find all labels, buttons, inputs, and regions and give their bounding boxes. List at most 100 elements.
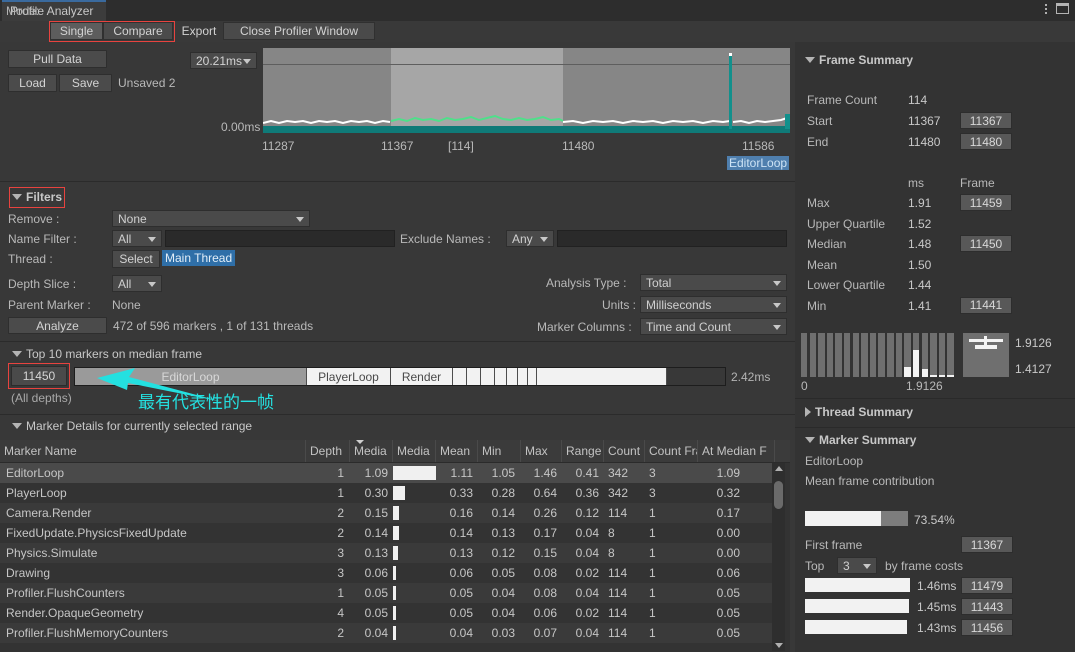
- top-marker-segment[interactable]: [528, 368, 537, 385]
- units-dropdown[interactable]: Milliseconds: [640, 296, 787, 313]
- top-marker-segment[interactable]: [453, 368, 467, 385]
- top-count-value: 3: [843, 558, 850, 573]
- top-marker-segment[interactable]: PlayerLoop: [307, 368, 391, 385]
- table-row[interactable]: Physics.Simulate 3 0.13 0.13 0.12 0.15 0.04 8 1 0…: [0, 543, 775, 563]
- top-count-label: Top: [805, 559, 825, 573]
- histogram-gap: [945, 333, 948, 377]
- save-button[interactable]: Save: [59, 74, 112, 92]
- scroll-down-icon[interactable]: [775, 643, 783, 648]
- export-button[interactable]: Export: [175, 22, 223, 40]
- table-column-header[interactable]: Min: [478, 440, 521, 462]
- table-column-header[interactable]: Depth: [306, 440, 350, 462]
- histogram-gap: [953, 333, 956, 377]
- thread-select-button[interactable]: Select: [112, 250, 160, 268]
- thread-label: Thread :: [8, 252, 53, 266]
- table-cell: 1.05: [491, 466, 515, 480]
- start-frame-button[interactable]: 11367: [960, 112, 1012, 129]
- marker-details-header[interactable]: Marker Details for currently selected ra…: [12, 419, 252, 433]
- exclude-mode-dropdown[interactable]: Any: [506, 230, 554, 247]
- pull-data-button[interactable]: Pull Data: [8, 50, 107, 68]
- analysis-type-dropdown[interactable]: Total: [640, 274, 787, 291]
- load-button[interactable]: Load: [8, 74, 57, 92]
- frame-graph[interactable]: [263, 48, 790, 133]
- table-cell: 0.15: [533, 546, 557, 560]
- top-marker-segment[interactable]: [518, 368, 528, 385]
- scroll-up-icon[interactable]: [775, 466, 783, 471]
- frame-stat-jump-button[interactable]: 11441: [960, 296, 1012, 314]
- table-cell: 0.06: [533, 606, 557, 620]
- histogram-bar: [947, 374, 954, 377]
- top-marker-segment[interactable]: [481, 368, 495, 385]
- top-count-dropdown[interactable]: 3: [837, 557, 877, 574]
- median-bar: [393, 486, 405, 500]
- graph-scale-dropdown[interactable]: 20.21ms: [190, 52, 257, 69]
- table-cell: 0.05: [449, 586, 473, 600]
- name-filter-mode-dropdown[interactable]: All: [112, 230, 162, 247]
- end-frame-button[interactable]: 11480: [960, 133, 1012, 150]
- top-marker-segment[interactable]: [495, 368, 507, 385]
- marker-summary-header[interactable]: Marker Summary: [805, 433, 916, 447]
- exclude-names-input[interactable]: [557, 230, 787, 247]
- top-markers-header-label: Top 10 markers on median frame: [26, 347, 203, 361]
- analyze-button[interactable]: Analyze: [8, 317, 107, 334]
- table-row[interactable]: EditorLoop 1 1.09 1.11 1.05 1.46 0.41 342 3 1.09: [0, 463, 775, 483]
- first-frame-button[interactable]: 11367: [961, 536, 1013, 553]
- table-column-header[interactable]: At Median F: [698, 440, 775, 462]
- marker-columns-dropdown[interactable]: Time and Count: [640, 318, 787, 335]
- table-cell: 1: [337, 486, 344, 500]
- top-marker-segment[interactable]: Render: [391, 368, 453, 385]
- table-column-header[interactable]: Max: [521, 440, 562, 462]
- table-row[interactable]: PlayerLoop 1 0.30 0.33 0.28 0.64 0.36 342 3 0.32: [0, 483, 775, 503]
- table-column-header[interactable]: Media: [350, 440, 393, 462]
- frame-stat-jump-button[interactable]: 11450: [960, 235, 1012, 252]
- window-titlebar: Profile Analyzer: [0, 0, 1075, 21]
- top-marker-segment[interactable]: [507, 368, 518, 385]
- thread-summary-header-label: Thread Summary: [815, 405, 914, 419]
- panel-layout-icon[interactable]: [1056, 3, 1069, 14]
- top-marker-segment[interactable]: [537, 368, 667, 385]
- table-column-header[interactable]: Mean: [436, 440, 478, 462]
- table-column-header[interactable]: Media: [393, 440, 436, 462]
- remove-value: None: [118, 211, 147, 226]
- table-row[interactable]: Drawing 3 0.06 0.06 0.05 0.08 0.02 114 1 0.06: [0, 563, 775, 583]
- table-cell: 0.05: [449, 606, 473, 620]
- table-column-header[interactable]: Marker Name: [0, 440, 306, 462]
- frame-cost-jump-button[interactable]: 11443: [961, 598, 1013, 615]
- graph-marker-tag[interactable]: EditorLoop: [727, 156, 790, 170]
- chevron-right-icon: [805, 407, 811, 418]
- table-column-header[interactable]: Range: [562, 440, 604, 462]
- table-row[interactable]: FixedUpdate.PhysicsFixedUpdate 2 0.14 0.14 0…: [0, 523, 775, 543]
- frame-cost-jump-button[interactable]: 11456: [961, 619, 1013, 636]
- close-profiler-button[interactable]: Close Profiler Window: [223, 22, 375, 40]
- frame-cost-jump-button[interactable]: 11479: [961, 577, 1013, 594]
- table-row[interactable]: Render.OpaqueGeometry 4 0.05 0.05 0.04 0.06 0.…: [0, 603, 775, 623]
- depth-slice-dropdown[interactable]: All: [112, 275, 162, 292]
- thread-selected-value[interactable]: Main Thread: [162, 250, 236, 266]
- table-cell: 2: [337, 526, 344, 540]
- table-column-header[interactable]: Count: [604, 440, 645, 462]
- chevron-down-icon: [296, 216, 304, 222]
- top-markers-header[interactable]: Top 10 markers on median frame: [12, 347, 202, 361]
- table-cell: 0.64: [533, 486, 557, 500]
- table-cell: 0.06: [449, 566, 473, 580]
- table-scrollbar[interactable]: [772, 463, 785, 651]
- contribution-pct-label: 73.54%: [914, 513, 955, 527]
- table-row[interactable]: Profiler.FlushCounters 1 0.05 0.05 0.04 0.08 0…: [0, 583, 775, 603]
- name-filter-mode-value: All: [118, 231, 132, 246]
- frame-stat-jump-button[interactable]: 11459: [960, 194, 1012, 211]
- table-column-header[interactable]: Count Fra: [645, 440, 698, 462]
- table-cell: 1: [337, 466, 344, 480]
- table-cell: 0.04: [575, 586, 599, 600]
- table-row[interactable]: Camera.Render 2 0.15 0.16 0.14 0.26 0.12 114 1 0.…: [0, 503, 775, 523]
- histogram-gap: [867, 333, 870, 377]
- table-row[interactable]: Profiler.FlushMemoryCounters 2 0.04 0.04 0.0…: [0, 623, 775, 643]
- name-filter-input[interactable]: [165, 230, 395, 247]
- thread-summary-header[interactable]: Thread Summary: [805, 405, 913, 419]
- scroll-thumb[interactable]: [774, 481, 783, 509]
- frame-summary-header[interactable]: Frame Summary: [805, 53, 913, 67]
- graph-tick-2: [114]: [448, 139, 474, 153]
- frame-stat-label: Lower Quartile: [807, 278, 886, 292]
- top-marker-segment[interactable]: [467, 368, 481, 385]
- remove-dropdown[interactable]: None: [112, 210, 310, 227]
- kebab-menu-icon[interactable]: [1045, 3, 1047, 14]
